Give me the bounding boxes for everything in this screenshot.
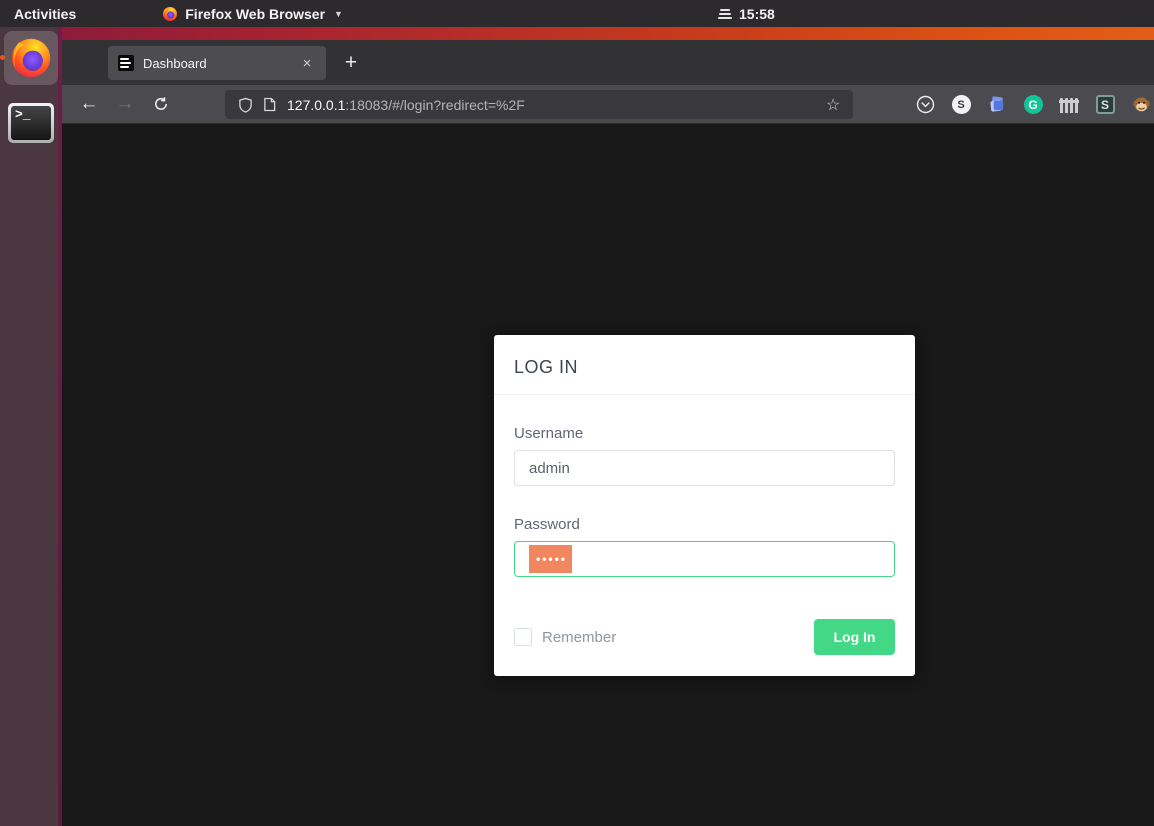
app-menu[interactable]: Firefox Web Browser ▼ <box>152 0 353 27</box>
desktop: Activities Firefox Web Browser ▼ 15:58 >… <box>0 0 1154 826</box>
remember-checkbox[interactable] <box>514 628 532 646</box>
shield-icon[interactable] <box>233 93 257 117</box>
firefox-icon <box>9 36 53 80</box>
login-form: Username Password ••••• Remember Log In <box>494 425 915 655</box>
tab-title: Dashboard <box>143 55 207 71</box>
username-label: Username <box>514 425 584 442</box>
terminal-icon: >_ <box>8 103 54 143</box>
stylus-icon[interactable]: S <box>1095 95 1115 115</box>
dock: >_ <box>0 27 62 826</box>
login-button[interactable]: Log In <box>814 619 895 655</box>
activities-button[interactable]: Activities <box>0 0 90 27</box>
url-text[interactable]: 127.0.0.1:18083/#/login?redirect=%2F <box>287 97 821 113</box>
login-card: LOG IN Username Password ••••• Remember <box>494 335 915 676</box>
fence-extension-icon[interactable] <box>1059 95 1079 115</box>
bookmark-star-icon[interactable]: ☆ <box>821 95 845 115</box>
remember-option[interactable]: Remember <box>514 628 616 646</box>
login-card-header: LOG IN <box>494 335 915 395</box>
login-title: LOG IN <box>514 357 579 377</box>
tab-bar: Dashboard × + <box>62 40 1154 85</box>
reload-button[interactable] <box>147 90 175 118</box>
clock[interactable]: 15:58 <box>718 0 775 27</box>
tab-close-icon[interactable]: × <box>296 52 318 74</box>
url-bar[interactable]: 127.0.0.1:18083/#/login?redirect=%2F ☆ <box>225 90 853 119</box>
notes-extension-icon[interactable] <box>987 95 1007 115</box>
password-selected-text: ••••• <box>529 545 573 573</box>
page-content: LOG IN Username Password ••••• Remember <box>62 124 1154 826</box>
extension-icons: S G S <box>915 85 1151 124</box>
dock-item-terminal[interactable]: >_ <box>4 89 58 143</box>
forward-button: → <box>115 93 135 114</box>
password-input[interactable]: ••••• <box>514 541 895 577</box>
app-menu-label: Firefox Web Browser <box>185 5 326 22</box>
url-host: 127.0.0.1 <box>287 96 346 113</box>
login-footer: Remember Log In <box>514 619 895 655</box>
tampermonkey-icon[interactable] <box>1131 95 1151 115</box>
site-favicon <box>118 55 134 71</box>
url-path: :18083/#/login?redirect=%2F <box>345 96 525 113</box>
password-label: Password <box>514 516 580 533</box>
new-tab-button[interactable]: + <box>336 48 366 78</box>
navigation-toolbar: ← → 127.0.0.1:18083/#/login?redirect=%2F… <box>62 85 1154 124</box>
firefox-icon <box>162 6 178 22</box>
desktop-wallpaper <box>62 27 1154 40</box>
remember-label: Remember <box>542 628 617 646</box>
back-button[interactable]: ← <box>75 90 103 118</box>
dock-item-firefox[interactable] <box>0 31 58 85</box>
running-indicator <box>0 55 5 60</box>
username-input[interactable] <box>514 450 895 486</box>
clock-time: 15:58 <box>739 5 775 22</box>
chevron-down-icon: ▼ <box>334 8 343 19</box>
page-info-icon[interactable] <box>257 93 281 117</box>
grammarly-icon[interactable]: G <box>1023 95 1043 115</box>
ubuntu-top-panel: Activities Firefox Web Browser ▼ 15:58 <box>0 0 1154 27</box>
firefox-window: Dashboard × + ← → 127.0.0.1:18083/#/logi… <box>62 40 1154 826</box>
pocket-icon[interactable] <box>915 95 935 115</box>
tab-dashboard[interactable]: Dashboard × <box>108 46 326 80</box>
weekday-wed-icon <box>718 8 732 19</box>
extension-s-icon[interactable]: S <box>951 95 971 115</box>
